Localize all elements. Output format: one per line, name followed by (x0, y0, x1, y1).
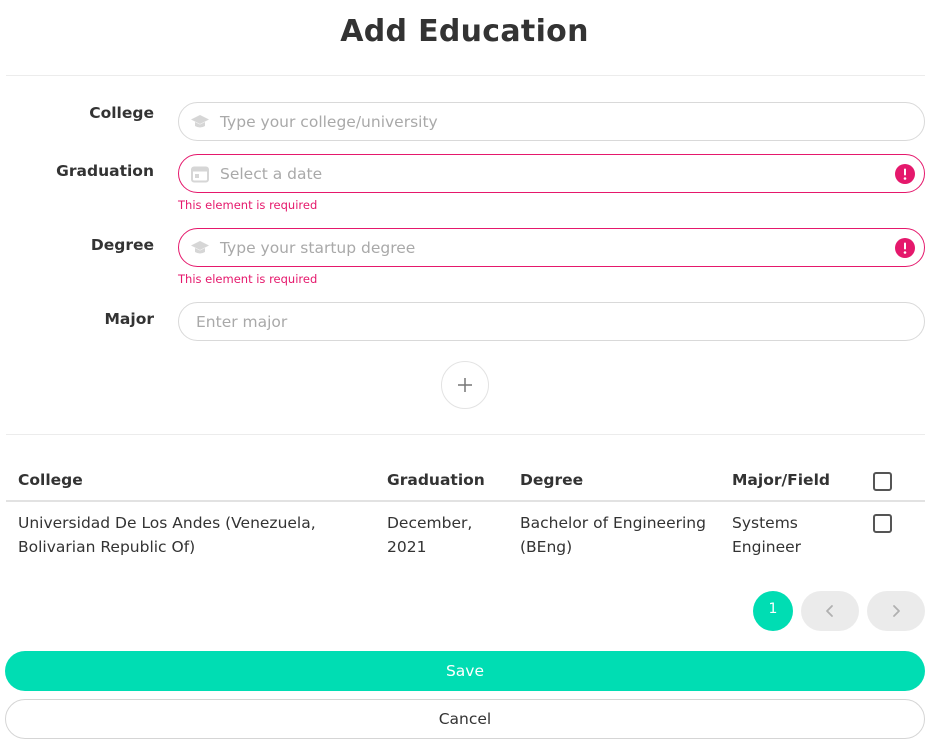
graduation-label: Graduation (56, 162, 154, 180)
major-label: Major (104, 310, 155, 328)
major-input[interactable]: Enter major (178, 302, 925, 341)
row-checkbox[interactable] (873, 514, 892, 533)
exclamation-circle-icon (895, 164, 915, 184)
college-placeholder: Type your college/university (220, 113, 438, 131)
graduation-cap-icon (191, 115, 209, 128)
cell-major: Systems Engineer (732, 514, 802, 556)
major-placeholder: Enter major (196, 313, 288, 331)
form-divider (6, 434, 925, 435)
graduation-cap-icon (191, 241, 209, 254)
table-header-divider (6, 500, 925, 502)
college-input[interactable]: Type your college/university (178, 102, 925, 141)
graduation-error-message: This element is required (178, 198, 318, 212)
graduation-placeholder: Select a date (220, 165, 323, 183)
cell-degree: Bachelor of Engineering (BEng) (520, 514, 706, 556)
college-label: College (89, 104, 154, 122)
degree-input[interactable]: Type your startup degree (178, 228, 925, 267)
column-header-graduation: Graduation (387, 471, 485, 489)
chevron-right-icon (893, 605, 900, 617)
graduation-date-input[interactable]: Select a date (178, 154, 925, 193)
cell-graduation: December, 2021 (387, 514, 473, 556)
chevron-left-icon (826, 605, 833, 617)
add-education-dialog: Add Education College Type your college/… (0, 0, 939, 753)
add-education-button[interactable] (441, 361, 489, 409)
calendar-icon (191, 166, 209, 183)
column-header-degree: Degree (520, 471, 584, 489)
current-page-number: 1 (768, 601, 778, 617)
next-page-button[interactable] (867, 591, 925, 631)
page-button-current[interactable]: 1 (753, 591, 793, 631)
degree-label: Degree (90, 236, 154, 254)
cell-college: Universidad De Los Andes (Venezuela, Bol… (18, 514, 316, 556)
cancel-button[interactable]: Cancel (5, 699, 925, 739)
degree-placeholder: Type your startup degree (220, 239, 416, 257)
dialog-title: Add Education (340, 14, 589, 49)
exclamation-circle-icon (895, 238, 915, 258)
column-header-major: Major/Field (732, 471, 830, 489)
save-button[interactable]: Save (5, 651, 925, 691)
header-divider (6, 75, 925, 76)
plus-icon (458, 378, 472, 392)
degree-error-message: This element is required (178, 272, 318, 286)
previous-page-button[interactable] (801, 591, 859, 631)
select-all-checkbox[interactable] (873, 472, 892, 491)
column-header-college: College (18, 471, 83, 489)
